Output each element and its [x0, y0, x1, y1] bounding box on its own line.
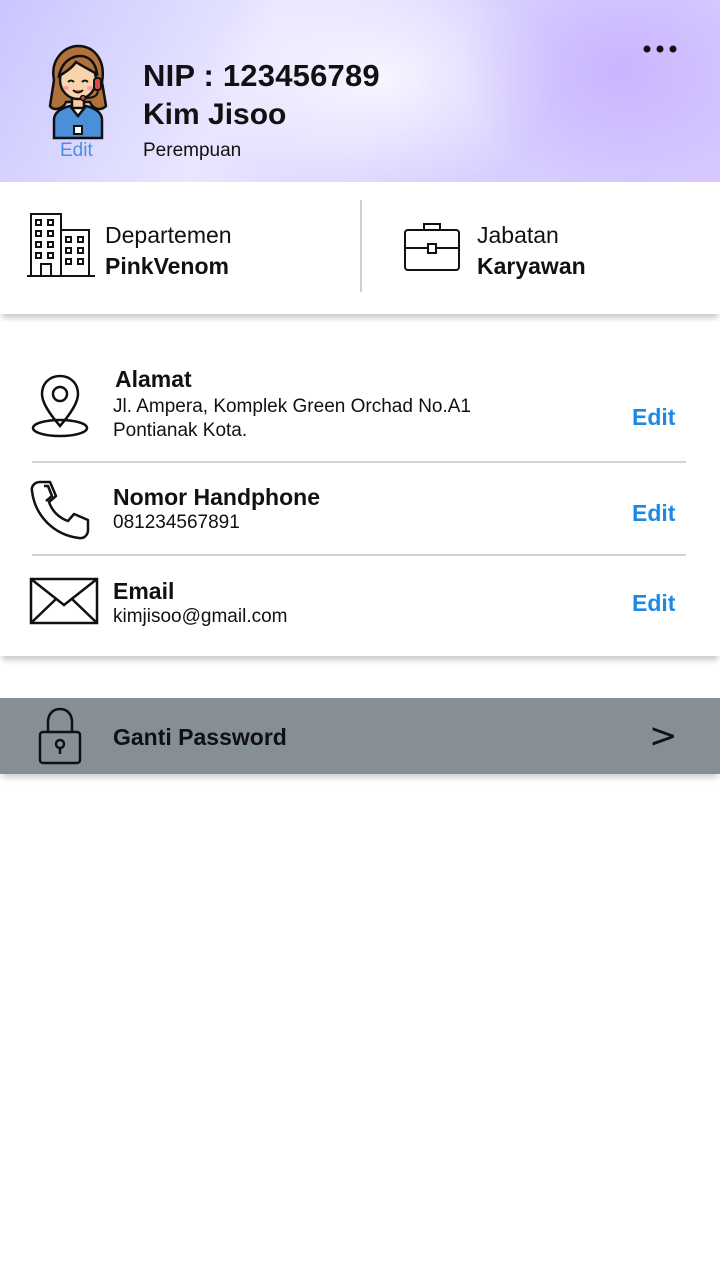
email-value: kimjisoo@gmail.com: [113, 606, 288, 627]
department-label: Departemen: [105, 222, 232, 248]
employee-name: Kim Jisoo: [143, 98, 287, 131]
more-options-icon[interactable]: [640, 38, 680, 60]
position-label: Jabatan: [477, 222, 559, 248]
vertical-divider: [360, 200, 362, 292]
row-divider: [32, 461, 686, 463]
department-position-card: Departemen PinkVenom Jabatan Karyawan: [0, 182, 720, 314]
contact-info-card: Alamat Jl. Ampera, Komplek Green Orchad …: [0, 322, 720, 656]
avatar-edit-link[interactable]: Edit: [60, 140, 93, 162]
phone-value: 081234567891: [113, 512, 240, 533]
gender-text: Perempuan: [143, 140, 242, 161]
lock-icon: [38, 707, 82, 765]
edit-phone-button[interactable]: Edit: [632, 500, 675, 527]
edit-address-button[interactable]: Edit: [632, 404, 675, 431]
position-value: Karyawan: [477, 253, 586, 279]
address-line-1: Jl. Ampera, Komplek Green Orchad No.A1: [113, 396, 471, 417]
chevron-right-icon: >: [649, 716, 678, 756]
edit-email-button[interactable]: Edit: [632, 590, 675, 617]
address-line-2: Pontianak Kota.: [113, 420, 248, 441]
department-value: PinkVenom: [105, 253, 229, 279]
avatar-icon[interactable]: [44, 42, 112, 140]
address-title: Alamat: [115, 366, 192, 392]
briefcase-icon: [404, 223, 460, 271]
location-pin-icon: [31, 374, 89, 438]
row-divider: [32, 554, 686, 556]
building-icon: [27, 213, 95, 277]
nip-text: NIP : 123456789: [143, 58, 380, 93]
profile-header: Edit NIP : 123456789 Kim Jisoo Perempuan: [0, 0, 720, 182]
phone-title: Nomor Handphone: [113, 484, 320, 510]
change-password-label: Ganti Password: [113, 724, 287, 750]
phone-icon: [30, 480, 90, 540]
mail-icon: [29, 577, 99, 625]
change-password-button[interactable]: Ganti Password >: [0, 698, 720, 774]
email-title: Email: [113, 578, 175, 604]
